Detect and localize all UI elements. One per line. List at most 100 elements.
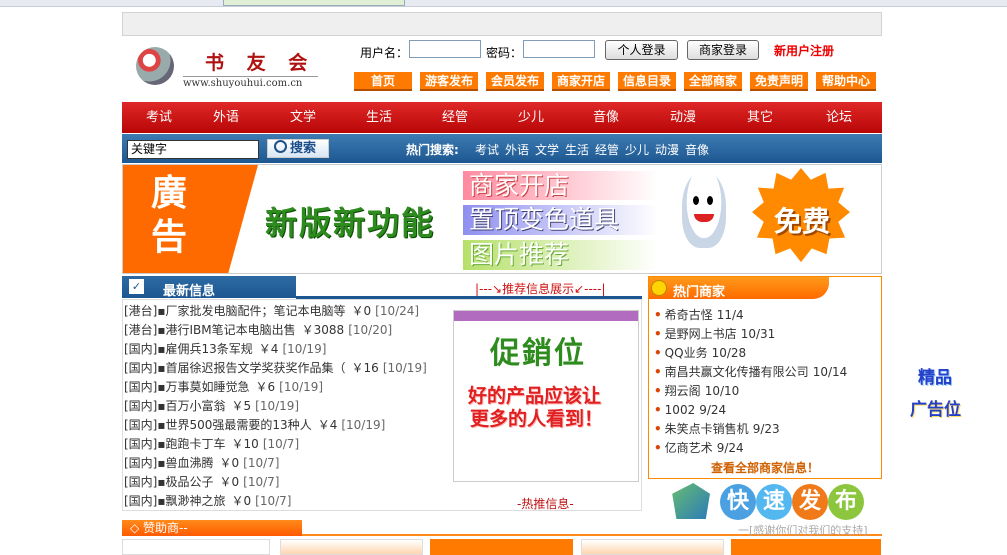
menu-disclaimer[interactable]: 免责声明 [750,72,808,91]
sponsor-logo-2[interactable] [280,539,423,555]
merchant-row[interactable]: • QQ业务 10/28 [654,344,746,363]
merchant-name[interactable]: 是野网上书店 [665,327,737,341]
merchants-title: 热门商家 [673,285,726,300]
register-link[interactable]: 新用户注册 [774,42,834,59]
recommend-link[interactable]: |---↘推荐信息展示↙----| [475,280,606,297]
password-input[interactable] [523,40,595,58]
news-row[interactable]: [国内]▪跑跑卡丁车 ￥10 [10/7] [124,435,299,454]
sponsor-logo-4[interactable] [581,539,724,555]
browser-tab[interactable] [223,0,405,6]
hot-keyword[interactable]: 外语 [505,141,529,158]
sponsor-logo-1[interactable] [122,539,270,555]
username-input[interactable] [409,40,481,58]
news-date: [10/19] [382,361,427,375]
merchant-login-button[interactable]: 商家登录 [687,40,759,60]
news-row[interactable]: [国内]▪兽血沸腾 ￥0 [10/7] [124,454,279,473]
news-row[interactable]: [国内]▪雇佣兵13条军规 ￥4 [10/19] [124,340,326,359]
merchant-name[interactable]: 希奇古怪 [665,308,713,322]
news-title[interactable]: 飘渺神之旅 [166,494,226,508]
hot-search-label: 热门搜索: [406,143,459,157]
merchant-name[interactable]: 1002 [665,403,696,417]
nav-exam[interactable]: 考试 [122,102,196,133]
menu-all-merchants[interactable]: 全部商家 [684,72,742,91]
merchant-row[interactable]: • 南昌共赢文化传播有限公司 10/14 [654,363,847,382]
menu-member-post[interactable]: 会员发布 [486,72,544,91]
merchant-row[interactable]: • 希奇古怪 11/4 [654,306,744,325]
banner-feature-top: 置顶变色道具 [463,205,658,235]
news-title[interactable]: 世界500强最需要的13种人 [166,418,312,432]
news-title[interactable]: 厂家批发电脑配件；笔记本电脑等 [166,304,346,318]
news-title[interactable]: 万事莫如睡觉急 [166,380,250,394]
search-input[interactable]: 关键字 [127,140,259,159]
menu-home[interactable]: 首页 [354,72,412,91]
hot-keyword[interactable]: 考试 [475,141,499,158]
merchant-row[interactable]: • 1002 9/24 [654,401,726,420]
search-button[interactable]: 搜索 [267,139,329,158]
news-price: ￥16 [351,361,379,375]
merchant-row[interactable]: • 亿商艺术 9/24 [654,439,744,458]
sponsor-logo-3[interactable] [430,539,573,555]
nav-audio-video[interactable]: 音像 [569,102,643,133]
quick-publish-4[interactable]: 布 [828,484,864,520]
sponsor-logo-5[interactable] [731,539,881,555]
merchant-row[interactable]: • 朱笑点卡销售机 9/23 [654,420,780,439]
merchant-name[interactable]: QQ业务 [665,346,708,360]
news-title[interactable]: 首届徐迟报告文学奖获奖作品集（ [166,361,346,375]
news-title[interactable]: 百万小富翁 [166,399,226,413]
nav-children[interactable]: 少儿 [494,102,568,133]
nav-literature[interactable]: 文学 [266,102,340,133]
nav-language[interactable]: 外语 [189,102,263,133]
menu-open-shop[interactable]: 商家开店 [552,72,610,91]
news-row[interactable]: [国内]▪万事莫如睡觉急 ￥6 [10/19] [124,378,323,397]
latest-title: 最新信息 [163,284,216,299]
hot-keyword[interactable]: 少儿 [625,141,649,158]
hot-keyword[interactable]: 生活 [565,141,589,158]
nav-anime[interactable]: 动漫 [646,102,720,133]
quick-publish-1[interactable]: 快 [720,484,756,520]
banner-feature-shop: 商家开店 [463,171,658,200]
nav-business[interactable]: 经管 [418,102,492,133]
search-icon [274,140,287,153]
hot-keyword[interactable]: 音像 [685,141,709,158]
merchant-name[interactable]: 亿商艺术 [665,441,713,455]
news-row[interactable]: [国内]▪飘渺神之旅 ￥0 [10/7] [124,492,291,511]
nav-other[interactable]: 其它 [723,102,797,133]
news-row[interactable]: [国内]▪首届徐迟报告文学奖获奖作品集（ ￥16 [10/19] [124,359,427,378]
news-price: ￥0 [231,494,252,508]
news-date: [10/19] [341,418,386,432]
merchant-name[interactable]: 翔云阁 [665,384,701,398]
quick-publish-2[interactable]: 速 [756,484,792,520]
merchant-name[interactable]: 南昌共赢文化传播有限公司 [665,365,809,379]
nav-life[interactable]: 生活 [342,102,416,133]
side-ad-line-2[interactable]: 广告位 [910,395,961,420]
banner-feature-image: 图片推荐 [463,240,658,270]
news-row[interactable]: [港台]▪港行IBM笔记本电脑出售 ￥3088 [10/20] [124,321,392,340]
merchant-row[interactable]: • 是野网上书店 10/31 [654,325,775,344]
news-row[interactable]: [国内]▪世界500强最需要的13种人 ￥4 [10/19] [124,416,385,435]
menu-guest-post[interactable]: 游客发布 [420,72,478,91]
hot-info-link[interactable]: -热推信息- [517,495,574,512]
hot-keyword[interactable]: 动漫 [655,141,679,158]
news-date: [10/7] [243,456,280,470]
merchant-name[interactable]: 朱笑点卡销售机 [665,422,749,436]
menu-directory[interactable]: 信息目录 [618,72,676,91]
news-title[interactable]: 雇佣兵13条军规 [166,342,253,356]
news-row[interactable]: [国内]▪极品公子 ￥0 [10/7] [124,473,279,492]
quick-publish-3[interactable]: 发 [792,484,828,520]
view-all-merchants-link[interactable]: 查看全部商家信息！ [711,459,819,476]
news-price: ￥4 [258,342,279,356]
hot-keyword[interactable]: 文学 [535,141,559,158]
news-title[interactable]: 极品公子 [166,475,214,489]
personal-login-button[interactable]: 个人登录 [605,40,678,60]
merchant-row[interactable]: • 翔云阁 10/10 [654,382,739,401]
nav-forum[interactable]: 论坛 [802,102,876,133]
news-title[interactable]: 跑跑卡丁车 [166,437,226,451]
menu-help[interactable]: 帮助中心 [816,72,876,91]
news-region: [国内] [124,456,158,470]
hot-keyword[interactable]: 经管 [595,141,619,158]
news-row[interactable]: [国内]▪百万小富翁 ￥5 [10/19] [124,397,299,416]
news-title[interactable]: 兽血沸腾 [166,456,214,470]
side-ad-line-1[interactable]: 精品 [918,363,952,388]
news-row[interactable]: [港台]▪厂家批发电脑配件；笔记本电脑等 ￥0 [10/24] [124,302,419,321]
news-title[interactable]: 港行IBM笔记本电脑出售 [166,323,296,337]
